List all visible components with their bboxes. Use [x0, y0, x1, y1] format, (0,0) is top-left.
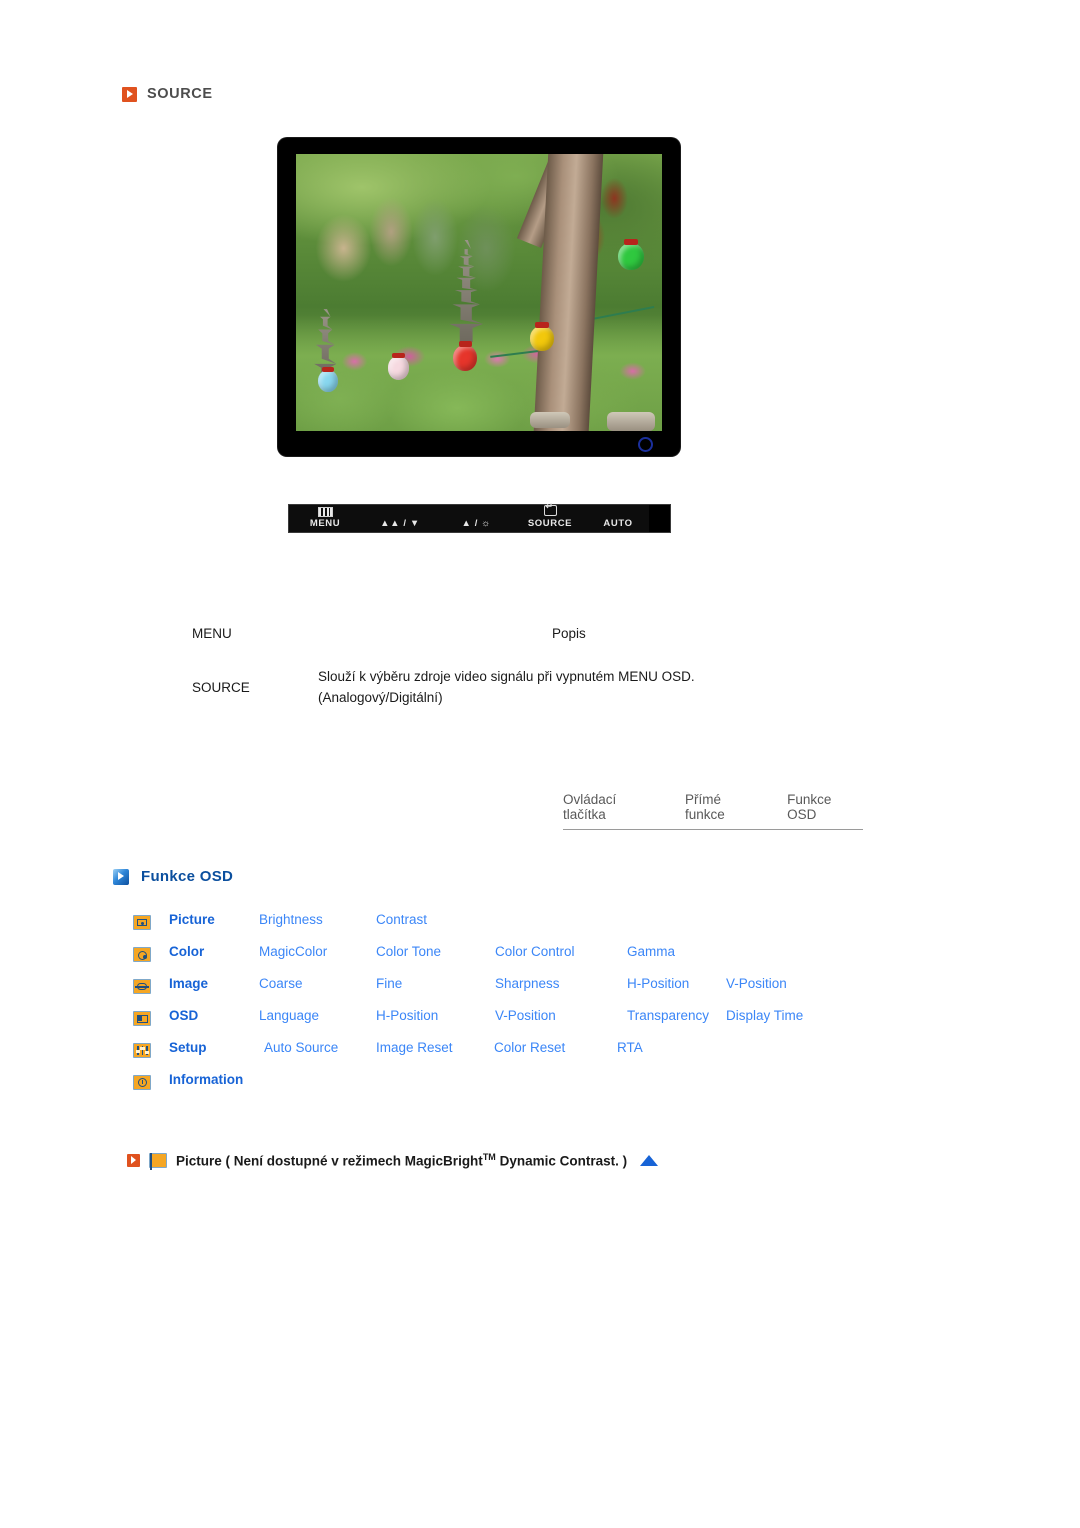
osd-item-contrast[interactable]: Contrast [376, 912, 427, 927]
osd-item-brightness[interactable]: Brightness [259, 912, 323, 927]
osd-icon [133, 1011, 151, 1026]
osd-category-image[interactable]: Image [169, 976, 208, 991]
osd-item-fine[interactable]: Fine [376, 976, 402, 991]
osd-row-color: Color MagicColor Color Tone Color Contro… [133, 944, 893, 976]
osd-item-gamma[interactable]: Gamma [627, 944, 675, 959]
table-header-menu: MENU [192, 626, 232, 641]
setup-icon [133, 1043, 151, 1058]
blue-play-icon [113, 868, 129, 885]
subnav-item-osd-functions[interactable]: Funkce OSD [787, 792, 863, 822]
brightness-up-label: ▲ / ☼ [461, 518, 491, 529]
osd-item-v-position[interactable]: V-Position [495, 1008, 556, 1023]
osd-item-color-reset[interactable]: Color Reset [494, 1040, 565, 1055]
osd-item-magiccolor[interactable]: MagicColor [259, 944, 327, 959]
footnote-text-before: Picture ( Není dostupné v režimech Magic… [176, 1153, 483, 1169]
osd-section-heading: Funkce OSD [113, 868, 233, 885]
menu-description-table: MENU Popis SOURCE Slouží k výběru zdroje… [192, 626, 892, 705]
table-cell-menu: SOURCE [192, 680, 250, 695]
subnav: Ovládací tlačítka Přímé funkce Funkce OS… [563, 792, 863, 830]
information-icon [133, 1075, 151, 1090]
popis-line-1: Slouží k výběru zdroje video signálu při… [318, 669, 695, 684]
osd-item-color-tone[interactable]: Color Tone [376, 944, 441, 959]
orange-play-icon [122, 86, 137, 102]
osd-item-image-reset[interactable]: Image Reset [376, 1040, 453, 1055]
osd-category-color[interactable]: Color [169, 944, 204, 959]
osd-function-grid: Picture Brightness Contrast Color MagicC… [133, 912, 893, 1104]
photo-lantern [618, 238, 644, 271]
source-heading-label: SOURCE [147, 86, 213, 102]
osd-item-display-time[interactable]: Display Time [726, 1008, 803, 1023]
source-button[interactable]: SOURCE [513, 502, 587, 532]
osd-row-image: Image Coarse Fine Sharpness H-Position V… [133, 976, 893, 1008]
osd-category-setup[interactable]: Setup [169, 1040, 207, 1055]
power-button[interactable] [649, 505, 670, 532]
menu-button-label: MENU [309, 518, 341, 529]
menu-bars-icon [317, 507, 333, 517]
osd-item-color-control[interactable]: Color Control [495, 944, 575, 959]
photo-stone [607, 411, 655, 431]
osd-category-osd[interactable]: OSD [169, 1008, 198, 1023]
photo-lantern [530, 322, 555, 351]
photo-stone [530, 411, 571, 429]
source-button-label: SOURCE [527, 518, 573, 529]
photo-lantern [387, 352, 410, 380]
osd-category-picture[interactable]: Picture [169, 912, 215, 927]
osd-row-setup: Setup Auto Source Image Reset Color Rese… [133, 1040, 893, 1072]
osd-item-v-position[interactable]: V-Position [726, 976, 787, 991]
osd-item-rta[interactable]: RTA [617, 1040, 643, 1055]
osd-heading-label: Funkce OSD [141, 868, 234, 885]
subnav-item-control-buttons[interactable]: Ovládací tlačítka [563, 792, 661, 822]
footnote-superscript: TM [482, 1152, 496, 1162]
osd-item-coarse[interactable]: Coarse [259, 976, 303, 991]
footnote-text-after: Dynamic Contrast. ) [495, 1153, 628, 1169]
picture-icon [133, 915, 151, 930]
brightness-up-button[interactable]: ▲ / ☼ [439, 505, 513, 532]
photo-flowers [296, 336, 662, 398]
osd-row-information: Information [133, 1072, 893, 1104]
table-header-row: MENU Popis [192, 626, 892, 666]
osd-item-transparency[interactable]: Transparency [627, 1008, 709, 1023]
auto-button[interactable]: AUTO [587, 505, 649, 532]
osd-item-auto-source[interactable]: Auto Source [264, 1040, 338, 1055]
samsung-circle-logo [638, 437, 653, 452]
subnav-item-direct-functions[interactable]: Přímé funkce [685, 792, 763, 822]
enter-icon [543, 502, 557, 516]
monitor-control-bar: MENU ▲▲ / ▼ ▲ / ☼ SOURCE AUTO [288, 502, 671, 533]
osd-category-information[interactable]: Information [169, 1072, 243, 1087]
osd-item-h-position[interactable]: H-Position [376, 1008, 438, 1023]
source-section-heading: SOURCE [122, 86, 213, 102]
monitor-illustration [278, 138, 680, 456]
brightness-down-button[interactable]: ▲▲ / ▼ [361, 505, 439, 532]
osd-item-language[interactable]: Language [259, 1008, 319, 1023]
popis-line-2: (Analogový/Digitální) [318, 690, 443, 705]
table-cell-popis: Slouží k výběru zdroje video signálu při… [318, 666, 878, 708]
photo-lantern [317, 366, 339, 393]
osd-item-sharpness[interactable]: Sharpness [495, 976, 560, 991]
picture-icon [149, 1152, 167, 1170]
up-triangle-icon[interactable] [640, 1154, 659, 1166]
color-icon [133, 947, 151, 962]
orange-play-icon [127, 1153, 140, 1167]
osd-item-h-position[interactable]: H-Position [627, 976, 689, 991]
garden-photo [296, 154, 662, 431]
table-header-popis: Popis [552, 626, 586, 641]
osd-row-osd: OSD Language H-Position V-Position Trans… [133, 1008, 893, 1040]
osd-row-picture: Picture Brightness Contrast [133, 912, 893, 944]
menu-button[interactable]: MENU [289, 505, 361, 532]
monitor-screen [296, 154, 662, 431]
footnote-text: Picture ( Není dostupné v režimech Magic… [176, 1152, 627, 1169]
image-icon [133, 979, 151, 994]
brightness-down-label: ▲▲ / ▼ [380, 518, 420, 529]
footnote: Picture ( Není dostupné v režimech Magic… [127, 1152, 659, 1170]
auto-button-label: AUTO [603, 518, 633, 529]
